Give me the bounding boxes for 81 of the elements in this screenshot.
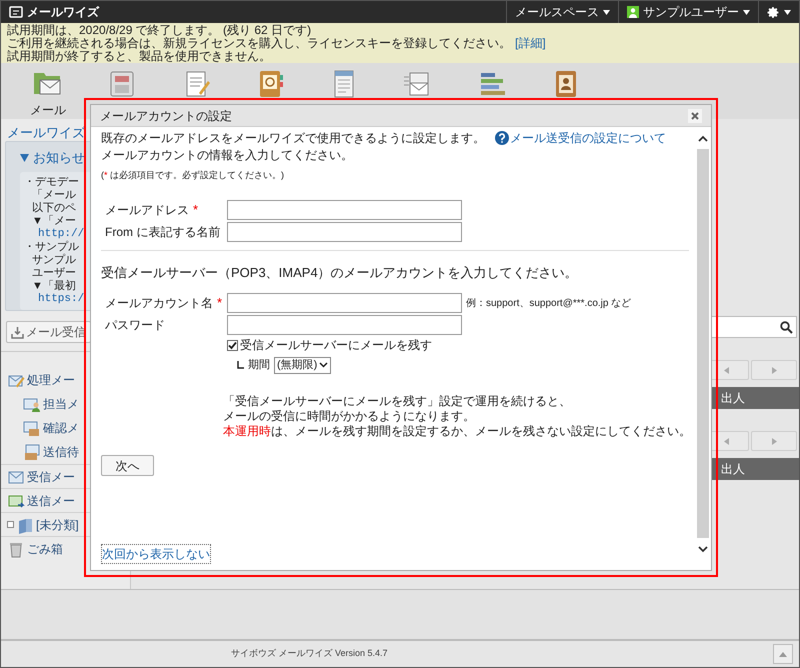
checkbox[interactable]	[227, 340, 238, 350]
folder-item[interactable]: 送信メー	[27, 492, 75, 510]
triangle-right-icon	[772, 438, 776, 444]
caret-icon	[784, 10, 791, 14]
triangle-down-icon[interactable]	[20, 154, 29, 162]
toolbar-label[interactable]: メール	[30, 101, 66, 119]
folder-item[interactable]: 処理メー	[27, 371, 75, 389]
envelope-box-icon	[23, 443, 41, 461]
banner-text: ご利用を継続される場合は、新規ライセンスを購入し、ライセンスキーを登録してください。	[7, 37, 511, 50]
app-logo: メールワイズ	[27, 4, 99, 21]
period-select[interactable]: (無期限)	[274, 356, 332, 374]
notice-text: ユーザー	[31, 266, 76, 280]
field-label: メールアカウント名	[105, 295, 213, 312]
close-button[interactable]	[688, 108, 702, 122]
settings-icon	[767, 6, 780, 18]
caret-icon	[603, 10, 610, 14]
caret-icon	[743, 10, 750, 14]
folder-item[interactable]: 担当メ	[43, 395, 79, 413]
notice-text: 「メール	[31, 188, 76, 202]
banner-text: 試用期間が終了すると、製品を使用できません。	[7, 50, 272, 63]
checkbox-label[interactable]: 受信メールサーバーにメールを残す	[240, 336, 432, 354]
branch-icon	[237, 361, 244, 369]
dismiss-link[interactable]: 次回から表示しない	[101, 544, 211, 564]
period-label: 期間	[248, 358, 270, 373]
user-icon	[627, 6, 639, 18]
triangle-up-icon	[779, 652, 787, 656]
required-mark: *	[217, 294, 222, 312]
folder-item[interactable]: 確認メ	[43, 419, 79, 437]
folder-item[interactable]: 受信メー	[27, 468, 75, 486]
chevron-down-icon	[698, 546, 708, 552]
field-label: メールアドレス	[105, 202, 189, 218]
notice-heading[interactable]: お知らせ	[33, 148, 85, 168]
triangle-left-icon	[724, 438, 728, 444]
intro-text: メールアカウントの情報を入力してください。	[101, 147, 353, 163]
input-field[interactable]	[227, 293, 462, 313]
notice-text: 以下のペ	[31, 202, 76, 214]
chevron-down-icon	[319, 362, 328, 368]
search-icon	[780, 320, 793, 334]
triangle-right-icon	[772, 366, 776, 374]
notice-text: ▼「最初	[31, 280, 76, 292]
column-header[interactable]: 出人	[709, 458, 799, 480]
input-field[interactable]	[227, 222, 462, 242]
folder-item[interactable]: ごみ箱	[27, 540, 63, 558]
logo-icon	[9, 6, 23, 18]
notice-link[interactable]: http://	[24, 228, 84, 240]
folder-item[interactable]: 送信待	[43, 443, 79, 461]
scrollbar[interactable]	[697, 127, 709, 560]
folder-item[interactable]: [未分類]	[36, 516, 79, 534]
download-tray-icon	[11, 326, 24, 338]
dialog-title: メールアカウントの設定	[100, 108, 232, 124]
version-text: サイボウズ メールワイズ Version 5.4.7	[231, 647, 388, 660]
hint-text: 例：support、support@***.co.jp など	[466, 296, 632, 310]
scroll-top-button[interactable]	[773, 644, 793, 664]
input-field[interactable]	[227, 200, 462, 220]
note-text: 「受信メールサーバーにメールを残す」設定で運用を続けると、	[223, 394, 571, 409]
close-icon	[691, 112, 699, 120]
notice-text: サンプル	[31, 254, 76, 266]
check-icon	[228, 340, 237, 350]
details-link[interactable]: [詳細]	[515, 37, 546, 50]
column-header[interactable]: 出人	[709, 387, 799, 409]
notice-text: ・デモデー	[24, 176, 79, 188]
help-icon	[495, 130, 509, 144]
collapse-box-icon[interactable]	[7, 521, 14, 528]
triangle-left-icon	[724, 366, 728, 374]
chevron-up-icon	[698, 134, 708, 142]
envelope-box-icon	[23, 419, 41, 437]
field-label: From に表記する名前	[105, 224, 220, 240]
help-link[interactable]: メール送受信の設定について	[495, 128, 666, 146]
intro-text: 既存のメールアドレスをメールワイズで使用できるように設定します。	[101, 130, 485, 146]
notice-link[interactable]: https:/	[24, 292, 84, 306]
next-button[interactable]: 次へ	[101, 455, 154, 476]
field-label: パスワード	[105, 317, 165, 334]
note-text: メールの受信に時間がかかるようになります。	[223, 409, 475, 424]
required-mark: *	[193, 200, 198, 219]
input-field[interactable]	[227, 315, 462, 335]
notice-text: ・サンプル	[24, 240, 79, 254]
required-note: (* は必須項目です。必ず設定してください。)	[101, 169, 284, 182]
banner-text: 試用期間は、2020/8/29 で終了します。 (残り 62 日です)	[7, 24, 312, 37]
notice-text: ▼「メー	[31, 214, 76, 228]
warning-text: 本運用時は、メールを残す期間を設定するか、メールを残さない設定にしてください。	[223, 424, 691, 439]
section-heading: 受信メールサーバー（POP3、IMAP4）のメールアカウントを入力してください。	[101, 264, 578, 282]
